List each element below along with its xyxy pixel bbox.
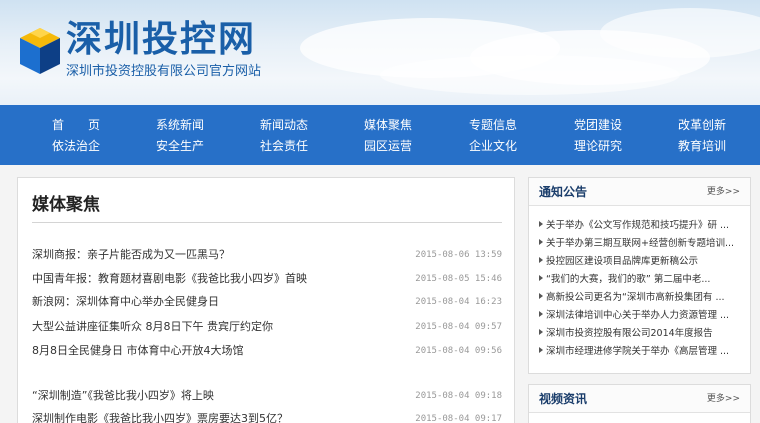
news-item[interactable]: “深圳制造”《我爸比我小四岁》将上映 2015-08-04 09:18 (32, 386, 502, 406)
news-title[interactable]: 8月8日全民健身日 市体育中心开放4大场馆 (32, 341, 244, 361)
bullet-icon (539, 329, 543, 335)
header-cloud (380, 55, 680, 95)
notice-item[interactable]: “我们的大赛，我们的歌” 第二届中老... (539, 271, 745, 289)
news-title[interactable]: 深圳制作电影《我爸比我小四岁》票房要达3到5亿？ (32, 409, 288, 423)
site-header: 深圳投控网 深圳市投资控股有限公司官方网站 (0, 0, 760, 105)
news-item[interactable]: 深圳商报：亲子片能否成为又一匹黑马？ 2015-08-06 13:59 (32, 245, 502, 265)
nav-home[interactable]: 首 页 (36, 115, 116, 135)
bullet-icon (539, 275, 543, 281)
bullet-icon (539, 311, 543, 317)
nav-corporate-culture[interactable]: 企业文化 (453, 136, 533, 156)
news-date: 2015-08-04 09:57 (415, 322, 502, 332)
news-date: 2015-08-04 09:56 (415, 346, 502, 356)
notice-panel: 通知公告 更多>> 关于举办《公文写作规范和技巧提升》研 ... 关于举办第三期… (528, 177, 751, 374)
bullet-icon (539, 239, 543, 245)
video-panel: 视频资讯 更多>> (528, 384, 751, 423)
news-title[interactable]: 新浪网：深圳体育中心举办全民健身日 (32, 292, 219, 312)
news-item[interactable]: 8月8日全民健身日 市体育中心开放4大场馆 2015-08-04 09:56 (32, 341, 502, 361)
bullet-icon (539, 257, 543, 263)
notice-title: 通知公告 (539, 185, 588, 199)
news-item[interactable]: 中国青年报：教育题材喜剧电影《我爸比我小四岁》首映 2015-08-05 15:… (32, 269, 502, 289)
news-date: 2015-08-05 15:46 (415, 274, 502, 284)
nav-rule-of-law[interactable]: 依法治企 (36, 136, 116, 156)
video-header: 视频资讯 更多>> (529, 385, 750, 413)
news-title[interactable]: 中国青年报：教育题材喜剧电影《我爸比我小四岁》首映 (32, 269, 307, 289)
nav-system-news[interactable]: 系统新闻 (140, 115, 220, 135)
news-item[interactable]: 深圳制作电影《我爸比我小四岁》票房要达3到5亿？ 2015-08-04 09:1… (32, 409, 502, 423)
page-title: 媒体聚焦 (32, 195, 100, 215)
nav-party-building[interactable]: 党团建设 (558, 115, 638, 135)
nav-theory-research[interactable]: 理论研究 (558, 136, 638, 156)
video-more-link[interactable]: 更多>> (707, 392, 740, 406)
news-title[interactable]: “深圳制造”《我爸比我小四岁》将上映 (32, 386, 214, 406)
notice-item[interactable]: 深圳市经理进修学院关于举办《高层管理 ... (539, 343, 745, 361)
logo-subtitle: 深圳市投资控股有限公司官方网站 (66, 64, 262, 79)
nav-reform[interactable]: 改革创新 (662, 115, 742, 135)
media-focus-panel: 媒体聚焦 深圳商报：亲子片能否成为又一匹黑马？ 2015-08-06 13:59… (17, 177, 515, 423)
notice-item[interactable]: 关于举办第三期互联网+经营创新专题培训... (539, 235, 745, 253)
notice-header: 通知公告 更多>> (529, 178, 750, 206)
nav-news[interactable]: 新闻动态 (244, 115, 324, 135)
news-date: 2015-08-06 13:59 (415, 250, 502, 260)
nav-safety[interactable]: 安全生产 (140, 136, 220, 156)
nav-media-focus[interactable]: 媒体聚焦 (348, 115, 428, 135)
nav-education[interactable]: 教育培训 (662, 136, 742, 156)
nav-park-operations[interactable]: 园区运营 (348, 136, 428, 156)
notice-item[interactable]: 投控园区建设项目品牌库更新稿公示 (539, 253, 745, 271)
bullet-icon (539, 221, 543, 227)
nav-special-topics[interactable]: 专题信息 (453, 115, 533, 135)
news-item[interactable]: 新浪网：深圳体育中心举办全民健身日 2015-08-04 16:23 (32, 292, 502, 312)
news-date: 2015-08-04 09:18 (415, 391, 502, 401)
news-title[interactable]: 大型公益讲座征集听众 8月8日下午 贵宾厅约定你 (32, 317, 273, 337)
notice-more-link[interactable]: 更多>> (707, 185, 740, 199)
notice-item[interactable]: 深圳市投资控股有限公司2014年度报告 (539, 325, 745, 343)
notice-item[interactable]: 深圳法律培训中心关于举办人力资源管理 ... (539, 307, 745, 325)
logo-cube-icon[interactable] (18, 26, 62, 76)
news-date: 2015-08-04 09:17 (415, 414, 502, 423)
bullet-icon (539, 293, 543, 299)
news-item[interactable]: 大型公益讲座征集听众 8月8日下午 贵宾厅约定你 2015-08-04 09:5… (32, 317, 502, 337)
notice-item[interactable]: 关于举办《公文写作规范和技巧提升》研 ... (539, 217, 745, 235)
main-navigation: 首 页 系统新闻 新闻动态 媒体聚焦 专题信息 党团建设 改革创新 依法治企 安… (0, 105, 760, 165)
news-date: 2015-08-04 16:23 (415, 297, 502, 307)
bullet-icon (539, 347, 543, 353)
logo-title[interactable]: 深圳投控网 (66, 18, 256, 62)
divider (32, 222, 502, 223)
news-title[interactable]: 深圳商报：亲子片能否成为又一匹黑马？ (32, 245, 230, 265)
video-title: 视频资讯 (539, 392, 588, 406)
notice-item[interactable]: 高新投公司更名为“深圳市高新投集团有 ... (539, 289, 745, 307)
nav-social-responsibility[interactable]: 社会责任 (244, 136, 324, 156)
